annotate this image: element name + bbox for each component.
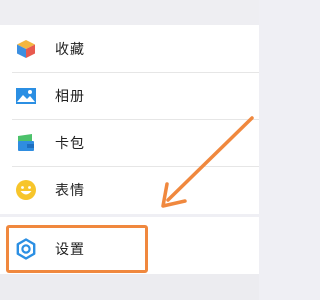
pointer-arrow-icon: [161, 116, 254, 208]
